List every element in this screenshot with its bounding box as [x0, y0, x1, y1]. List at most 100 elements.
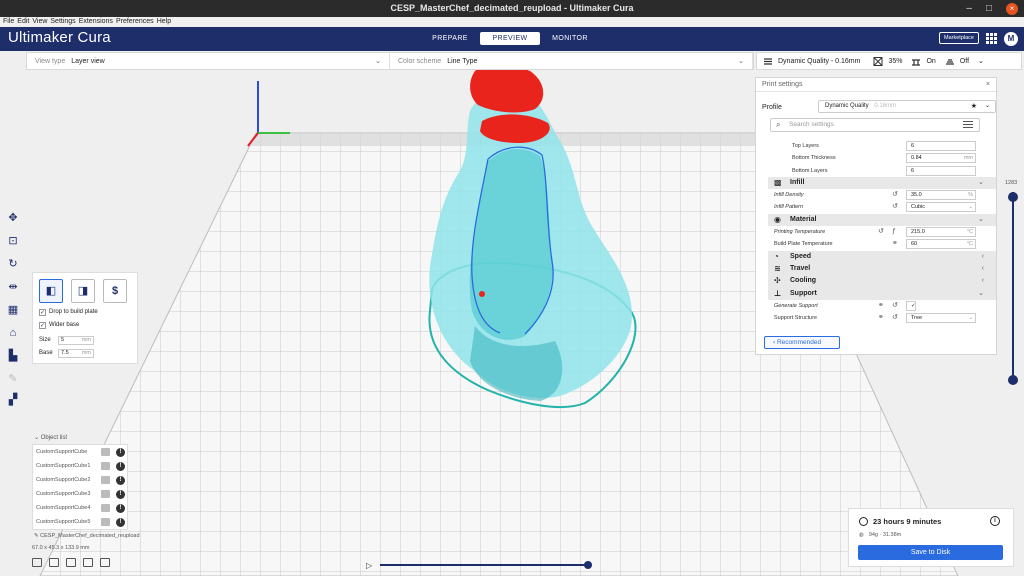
info-icon[interactable]: ! — [116, 518, 125, 527]
move-tool-icon[interactable]: ✥ — [6, 211, 20, 225]
link-icon[interactable]: ⚭ — [878, 312, 884, 324]
right-view-icon[interactable] — [100, 558, 110, 567]
cube-support-button[interactable]: ◧ — [39, 279, 63, 303]
list-item[interactable]: CustomSupportCube! — [33, 445, 129, 459]
setting-row-top-layers[interactable]: Top Layers 6 — [768, 140, 996, 152]
layer-slider-track[interactable] — [1012, 192, 1014, 384]
setting-row-bottom-layers[interactable]: Bottom Layers 6 — [768, 165, 996, 177]
left-view-icon[interactable] — [83, 558, 93, 567]
info-icon[interactable]: ! — [116, 476, 125, 485]
category-travel[interactable]: ≋ Travel ‹ — [768, 262, 996, 276]
reset-icon[interactable]: ↺ — [892, 201, 898, 213]
account-avatar[interactable]: M — [1004, 32, 1018, 46]
list-item[interactable]: CustomSupportCube5! — [33, 515, 129, 529]
setting-input[interactable]: 0.84 mm — [906, 153, 976, 164]
setting-input[interactable]: 35.0% — [906, 190, 976, 201]
list-item[interactable]: CustomSupportCube1! — [33, 459, 129, 473]
front-view-icon[interactable] — [49, 558, 59, 567]
setting-input[interactable]: 6 — [906, 141, 976, 151]
per-model-settings-icon[interactable]: ▦ — [6, 303, 20, 317]
visibility-icon[interactable] — [101, 490, 110, 498]
job-name[interactable]: ✎ CESP_MasterChef_decimated_reupload — [34, 533, 140, 539]
profile-dropdown[interactable]: Dynamic Quality 0.16mm ★ ⌄ — [818, 100, 996, 113]
info-icon[interactable]: ! — [116, 448, 125, 457]
tab-preview[interactable]: PREVIEW — [480, 32, 540, 45]
info-icon[interactable]: ! — [116, 490, 125, 499]
mirror-tool-icon[interactable]: ⇹ — [6, 280, 20, 294]
save-to-disk-button[interactable]: Save to Disk — [858, 545, 1003, 560]
maximize-button[interactable]: □ — [986, 0, 992, 17]
setting-input[interactable]: 215.0 °C — [906, 227, 976, 238]
settings-menu-icon[interactable] — [963, 121, 973, 130]
category-infill[interactable]: ▩ Infill ⌄ — [768, 176, 996, 190]
list-item[interactable]: CustomSupportCube2! — [33, 473, 129, 487]
menu-view[interactable]: View — [32, 17, 47, 27]
wider-base-checkbox[interactable]: ✓ Wider base — [39, 321, 79, 330]
visibility-icon[interactable] — [101, 476, 110, 484]
category-material[interactable]: ◉ Material ⌄ — [768, 213, 996, 227]
setting-row-printing-temperature[interactable]: Printing Temperature ↺ ƒ 215.0 °C — [768, 226, 996, 238]
reset-icon[interactable]: ↺ — [878, 226, 884, 238]
color-scheme-dropdown[interactable]: Color scheme Line Type ⌄ — [390, 53, 753, 69]
setting-row-infill-density[interactable]: Infill Density ↺ 35.0% — [768, 189, 996, 201]
reset-icon[interactable]: ↺ — [892, 189, 898, 201]
tab-monitor[interactable]: MONITOR — [540, 32, 600, 45]
scale-tool-icon[interactable]: ⊡ — [6, 234, 20, 248]
cylinder-support-button[interactable]: ◨ — [71, 279, 95, 303]
reset-icon[interactable]: ↺ — [892, 312, 898, 324]
tab-prepare[interactable]: PREPARE — [420, 32, 480, 45]
close-icon[interactable]: × — [986, 78, 990, 92]
custom-support-icon[interactable]: ▙ — [6, 349, 20, 363]
view-type-dropdown[interactable]: View type Layer view ⌄ — [27, 53, 390, 69]
apps-grid-icon[interactable] — [986, 33, 997, 44]
object-list-toggle[interactable]: ⌄ Object list — [34, 434, 67, 441]
setting-row-generate-support[interactable]: Generate Support ⚭ ↺ ✓ — [768, 300, 996, 312]
setting-select[interactable]: Tree ⌄ — [906, 313, 976, 324]
paint-tool-icon[interactable]: ▞ — [6, 393, 20, 407]
visibility-icon[interactable] — [101, 504, 110, 512]
setting-row-infill-pattern[interactable]: Infill Pattern ↺ Cubic ⌄ — [768, 201, 996, 213]
setting-checkbox[interactable]: ✓ — [906, 300, 916, 311]
category-support[interactable]: ⊥ Support ⌄ — [768, 287, 996, 300]
setting-input[interactable]: 6 — [906, 165, 976, 176]
visibility-icon[interactable] — [101, 518, 110, 526]
support-blocker-icon[interactable]: ⌂ — [6, 326, 20, 340]
visibility-icon[interactable] — [101, 462, 110, 470]
info-icon[interactable]: ! — [116, 504, 125, 513]
recommended-button[interactable]: ‹ Recommended — [764, 336, 840, 349]
search-settings-input[interactable]: ⌕ Search settings — [770, 118, 980, 132]
layer-slider-top-handle[interactable] — [1008, 192, 1018, 202]
menu-extensions[interactable]: Extensions — [79, 17, 113, 27]
menu-file[interactable]: File — [3, 17, 14, 27]
play-icon[interactable]: ▷ — [366, 561, 372, 570]
setting-row-support-structure[interactable]: Support Structure ⚭ ↺ Tree ⌄ — [768, 312, 996, 324]
info-icon[interactable]: ! — [116, 462, 125, 471]
link-icon[interactable]: ⚭ — [892, 238, 898, 250]
setting-row-bottom-thickness[interactable]: Bottom Thickness 0.84 mm — [768, 152, 996, 164]
menu-edit[interactable]: Edit — [17, 17, 29, 27]
3d-view-icon[interactable] — [32, 558, 42, 567]
setting-select[interactable]: Cubic ⌄ — [906, 202, 976, 213]
info-icon[interactable]: i — [990, 516, 1000, 526]
menu-help[interactable]: Help — [157, 17, 171, 27]
close-button[interactable]: × — [1006, 2, 1018, 15]
print-setup-selector[interactable]: Dynamic Quality - 0.16mm 35% On Off ⌄ — [756, 52, 1022, 70]
list-item[interactable]: CustomSupportCube3! — [33, 487, 129, 501]
function-icon[interactable]: ƒ — [892, 226, 896, 238]
category-speed[interactable]: ◔ Speed ‹ — [768, 250, 996, 263]
marketplace-button[interactable]: Marketplace — [939, 32, 979, 44]
simulation-slider-handle[interactable] — [584, 561, 592, 569]
minimize-button[interactable]: – — [966, 0, 972, 17]
setting-input[interactable]: 60 °C — [906, 239, 976, 250]
custom-support-button[interactable]: $ — [103, 279, 127, 303]
simulation-slider-track[interactable] — [380, 564, 588, 566]
reset-icon[interactable]: ↺ — [892, 300, 898, 312]
eraser-icon[interactable]: ✎ — [6, 372, 20, 386]
setting-row-build-plate-temperature[interactable]: Build Plate Temperature ⚭ 60 °C — [768, 238, 996, 250]
category-cooling[interactable]: ✣ Cooling ‹ — [768, 275, 996, 288]
drop-to-plate-checkbox[interactable]: ✓ Drop to build plate — [39, 308, 98, 317]
menu-preferences[interactable]: Preferences — [116, 17, 154, 27]
visibility-icon[interactable] — [101, 448, 110, 456]
top-view-icon[interactable] — [66, 558, 76, 567]
menu-settings[interactable]: Settings — [50, 17, 75, 27]
